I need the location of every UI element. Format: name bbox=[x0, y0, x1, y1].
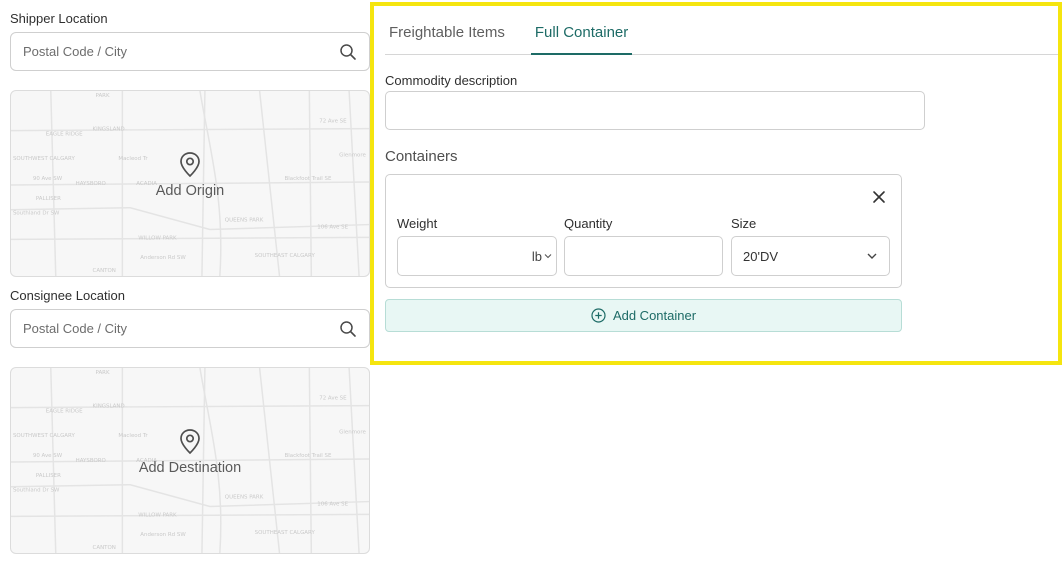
size-select[interactable]: 20'DV bbox=[731, 236, 890, 276]
map-label: PARK bbox=[96, 93, 110, 99]
consignee-location-label: Consignee Location bbox=[10, 288, 125, 303]
map-label: Anderson Rd SW bbox=[140, 532, 186, 538]
map-label: Anderson Rd SW bbox=[140, 255, 186, 261]
map-label: CANTON bbox=[93, 545, 116, 551]
destination-map[interactable]: PARK EAGLE RIDGE KINGSLAND SOUTHWEST CAL… bbox=[10, 367, 370, 554]
shipper-search-placeholder: Postal Code / City bbox=[23, 44, 128, 59]
shipper-location-label: Shipper Location bbox=[10, 11, 108, 26]
map-label: SOUTHEAST CALGARY bbox=[255, 253, 316, 259]
weight-input[interactable]: lb bbox=[397, 236, 557, 276]
weight-unit-select[interactable]: lb bbox=[532, 249, 552, 264]
search-icon[interactable] bbox=[339, 43, 357, 61]
tab-freightable-items[interactable]: Freightable Items bbox=[385, 20, 509, 55]
container-card: Weight lb Quantity Size 20'DV bbox=[385, 174, 902, 288]
plus-circle-icon bbox=[591, 308, 606, 323]
add-container-label: Add Container bbox=[612, 308, 697, 323]
commodity-description-input[interactable] bbox=[385, 91, 925, 130]
consignee-search-input[interactable]: Postal Code / City bbox=[10, 309, 370, 348]
shipment-details-panel: Freightable Items Full Container Commodi… bbox=[370, 2, 1062, 365]
weight-unit-value: lb bbox=[531, 248, 542, 264]
close-icon[interactable] bbox=[871, 189, 887, 205]
shipper-search-input[interactable]: Postal Code / City bbox=[10, 32, 370, 71]
map-label: SOUTHEAST CALGARY bbox=[255, 530, 316, 536]
location-pin-icon bbox=[180, 429, 200, 455]
map-label: WILLOW PARK bbox=[138, 235, 177, 241]
map-label: 106 Ave SE bbox=[317, 502, 348, 508]
containers-heading: Containers bbox=[385, 148, 458, 165]
origin-map[interactable]: PARK EAGLE RIDGE KINGSLAND SOUTHWEST CAL… bbox=[10, 90, 370, 277]
chevron-down-icon bbox=[544, 254, 552, 259]
map-label: QUEENS PARK bbox=[225, 218, 264, 224]
map-label: 72 Ave SE bbox=[319, 396, 347, 402]
map-label: KINGSLAND bbox=[93, 404, 125, 410]
add-container-button[interactable]: Add Container bbox=[385, 299, 902, 332]
weight-label: Weight bbox=[397, 216, 438, 231]
map-label: Southland Dr SW bbox=[13, 488, 60, 494]
tab-bar: Freightable Items Full Container bbox=[385, 20, 1058, 55]
chevron-down-icon bbox=[867, 253, 877, 259]
add-origin-label: Add Origin bbox=[155, 183, 225, 199]
map-label: CANTON bbox=[93, 268, 116, 274]
size-label: Size bbox=[731, 216, 757, 231]
size-value: 20'DV bbox=[743, 248, 779, 264]
search-icon[interactable] bbox=[339, 320, 357, 338]
map-label: 106 Ave SE bbox=[317, 225, 348, 231]
location-pin-icon bbox=[180, 152, 200, 178]
map-label: 72 Ave SE bbox=[319, 119, 347, 125]
map-label: QUEENS PARK bbox=[225, 495, 264, 501]
commodity-description-label: Commodity description bbox=[385, 73, 518, 88]
map-label: PARK bbox=[96, 370, 110, 376]
quantity-label: Quantity bbox=[564, 216, 613, 231]
map-label: KINGSLAND bbox=[93, 127, 125, 133]
map-label: EAGLE RIDGE bbox=[46, 409, 83, 415]
tab-full-container[interactable]: Full Container bbox=[530, 20, 633, 55]
add-destination-label: Add Destination bbox=[138, 460, 242, 476]
map-label: EAGLE RIDGE bbox=[46, 132, 83, 138]
map-label: Southland Dr SW bbox=[13, 211, 60, 217]
map-label: WILLOW PARK bbox=[138, 512, 177, 518]
quantity-input[interactable] bbox=[564, 236, 723, 276]
consignee-search-placeholder: Postal Code / City bbox=[23, 321, 128, 336]
